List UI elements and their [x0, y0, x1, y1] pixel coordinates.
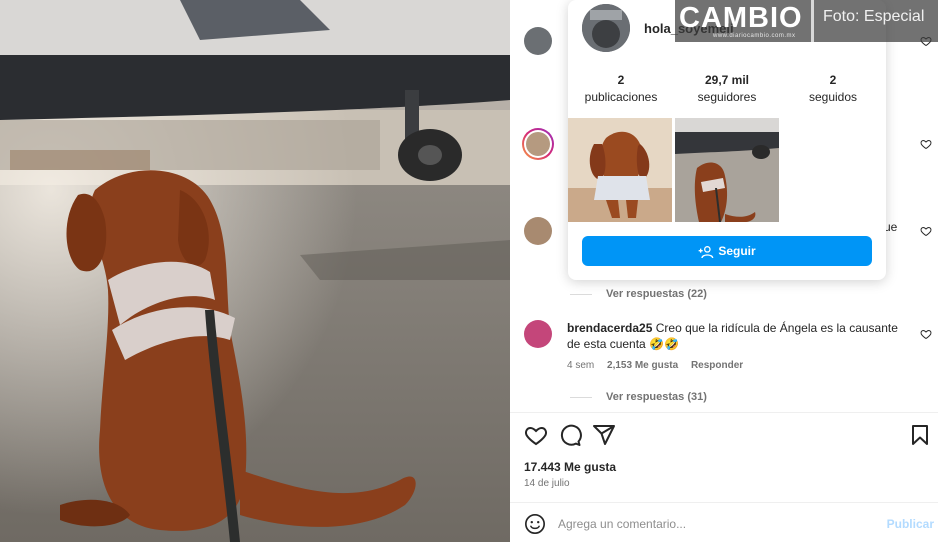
stat-label: seguidores [697, 90, 757, 104]
emoji-icon[interactable] [524, 513, 546, 535]
post-actions [524, 423, 934, 449]
view-replies-link[interactable]: Ver respuestas (31) [606, 391, 707, 403]
comment-username[interactable]: brendacerda25 [567, 321, 652, 335]
stat-value: 2 [829, 73, 837, 87]
add-person-icon [698, 245, 714, 259]
cambio-logo: CAMBIO [679, 2, 803, 34]
photo-credit: Foto: Especial [823, 8, 925, 25]
watermark: CAMBIO www.diariocambio.com.mx Foto: Esp… [675, 0, 938, 42]
profile-hover-card: hola_soyemeli 2 publicaciones 29,7 mil s… [568, 0, 886, 280]
commenter-avatar[interactable] [524, 217, 552, 245]
reply-button[interactable]: Responder [691, 360, 743, 371]
heart-icon[interactable] [920, 137, 932, 150]
instagram-post-view: ue Ver respuestas (22) brendacerda25 Cre… [0, 0, 938, 542]
publish-button[interactable]: Publicar [887, 517, 934, 531]
heart-icon[interactable] [920, 327, 932, 340]
section-divider [510, 412, 938, 413]
commenter-avatar[interactable] [524, 320, 552, 348]
like-count[interactable]: 17.443 Me gusta [524, 460, 616, 474]
stat-label: seguidos [808, 90, 858, 104]
heart-icon[interactable] [524, 423, 548, 447]
post-date: 14 de julio [524, 478, 570, 489]
follow-button[interactable]: Seguir [582, 236, 872, 266]
replies-divider [570, 294, 592, 295]
stat-label: publicaciones [584, 90, 658, 104]
comment-input[interactable]: Agrega un comentario... [558, 517, 686, 531]
profile-avatar[interactable] [582, 4, 630, 52]
follow-label: Seguir [718, 244, 756, 258]
commenter-avatar[interactable] [524, 27, 552, 55]
bookmark-icon[interactable] [908, 423, 932, 447]
heart-icon[interactable] [920, 224, 932, 237]
view-replies-link[interactable]: Ver respuestas (22) [606, 288, 707, 300]
comment-icon[interactable] [558, 423, 582, 447]
dog-at-airport-photo [0, 0, 510, 542]
stat-posts: 2 publicaciones [568, 73, 674, 104]
comment-meta: 4 sem 2,153 Me gusta Responder [567, 360, 753, 371]
stat-value: 2 [617, 73, 625, 87]
comment-body: brendacerda25 Creo que la ridícula de Án… [567, 320, 907, 352]
add-comment-bar: Agrega un comentario... Publicar [524, 513, 934, 539]
replies-divider [570, 397, 592, 398]
watermark-divider [811, 0, 814, 42]
post-thumbnail[interactable] [568, 118, 672, 222]
comment-likes[interactable]: 2,153 Me gusta [607, 360, 678, 371]
stat-value: 29,7 mil [704, 73, 750, 87]
section-divider [510, 502, 938, 503]
stat-followers[interactable]: 29,7 mil seguidores [674, 73, 780, 104]
comment-age: 4 sem [567, 360, 595, 371]
share-icon[interactable] [592, 423, 616, 447]
comment-text-partial: ue [884, 220, 898, 234]
story-ring-avatar[interactable] [522, 128, 554, 160]
stat-following[interactable]: 2 seguidos [780, 73, 886, 104]
post-photo[interactable] [0, 0, 510, 542]
cambio-site: www.diariocambio.com.mx [713, 33, 796, 39]
post-thumbnail[interactable] [675, 118, 779, 222]
